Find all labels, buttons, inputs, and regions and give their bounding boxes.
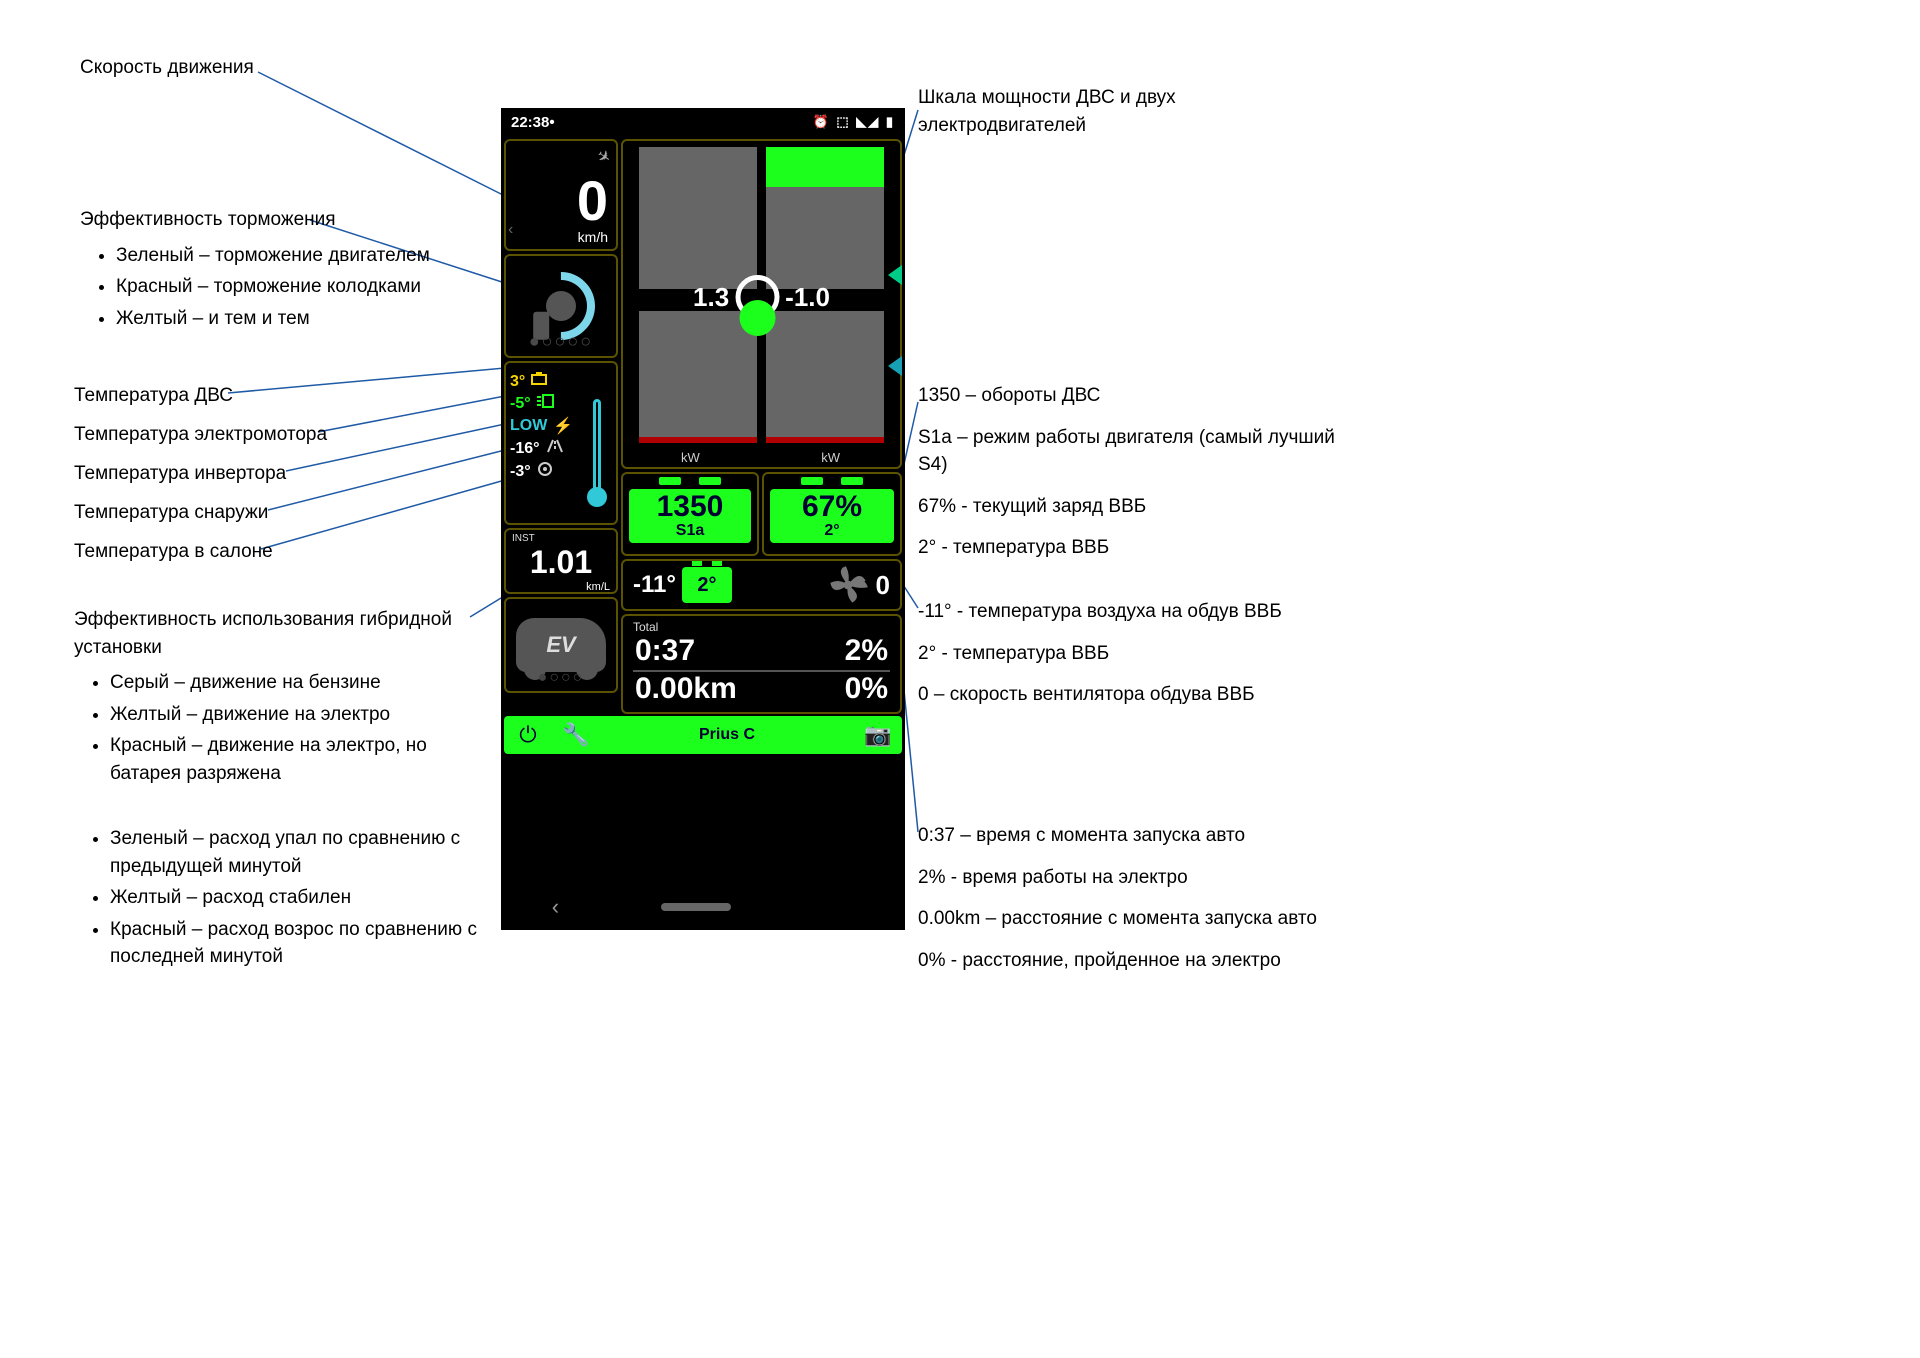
fan-air-temp: -11°	[633, 571, 676, 599]
callout-temp-cabin: Температура в салоне	[74, 538, 273, 566]
total-dist: 0.00km	[635, 672, 737, 706]
panel-soc[interactable]: 67% 2°	[762, 472, 902, 556]
speed-unit: km/h	[578, 229, 608, 245]
power-gauge-icon	[735, 275, 779, 319]
engine-icon	[531, 372, 549, 391]
total-dist-pct: 0%	[845, 672, 888, 706]
power-button[interactable]: ⏻	[504, 722, 552, 748]
status-icons: ⏰ ⬚ ◣◢ ▮	[813, 114, 895, 130]
panel-power[interactable]: 1.3 -1.0 kW kW	[621, 139, 902, 469]
rpm-mode: S1a	[629, 522, 751, 540]
panel-ev[interactable]: EV ●○○○	[504, 597, 618, 693]
inst-value: 1.01	[512, 544, 610, 581]
status-bar: 22:38 • ⏰ ⬚ ◣◢ ▮	[501, 108, 905, 136]
home-pill[interactable]	[661, 903, 731, 911]
panel-total[interactable]: Total 0:37 2% 0.00km 0%	[621, 614, 902, 714]
motor-icon	[537, 394, 555, 413]
page-dots-icon: ●○○○○	[506, 331, 616, 352]
callout-temp-inverter: Температура инвертора	[74, 460, 286, 488]
ev-label: EV	[546, 632, 575, 658]
panel-instant[interactable]: INST 1.01 km/L	[504, 528, 618, 594]
panel-rpm[interactable]: 1350 S1a	[621, 472, 759, 556]
steering-icon	[537, 461, 553, 482]
callout-brake-title: Эффективность торможения	[80, 206, 480, 234]
inst-label: INST	[512, 533, 610, 544]
callout-brake: Эффективность торможения Зеленый – тормо…	[80, 206, 480, 336]
callout-hybrid-list1: Серый – движение на бензине Желтый – дви…	[110, 669, 494, 787]
fan-batt-temp: 2°	[682, 567, 732, 603]
callout-temp-motor: Температура электромотора	[74, 421, 327, 449]
callout-fan: -11° - температура воздуха на обдув ВВБ …	[918, 598, 1358, 709]
app-body: ✈ ‹ 0 km/h ●○○○○ 3° -5°	[501, 136, 905, 884]
callout-hybrid-title: Эффективность использования гибридной ус…	[74, 606, 494, 661]
panel-fan[interactable]: -11° 2° 0	[621, 559, 902, 611]
rpm-value: 1350	[629, 492, 751, 522]
callout-speed: Скорость движения	[80, 54, 254, 82]
speed-value: 0	[577, 173, 608, 229]
callout-hybrid: Эффективность использования гибридной ус…	[74, 606, 494, 975]
callout-temp-outside: Температура снаружи	[74, 499, 268, 527]
callout-total: 0:37 – время с момента запуска авто 2% -…	[918, 822, 1378, 974]
callout-temp-engine: Температура ДВС	[74, 382, 233, 410]
panel-temperatures[interactable]: 3° -5° LOW ⚡ -16°	[504, 361, 618, 525]
callout-power: Шкала мощности ДВС и двух электродвигате…	[918, 84, 1278, 139]
car-name[interactable]: Prius C	[600, 726, 854, 744]
road-icon	[546, 439, 564, 458]
inst-unit: km/L	[512, 581, 610, 593]
back-button[interactable]: ‹	[552, 894, 559, 920]
marker-green-icon	[888, 265, 902, 285]
settings-button[interactable]: 🔧	[552, 722, 600, 748]
android-navbar: ‹	[501, 884, 905, 930]
power-left-value: 1.3	[693, 282, 729, 313]
status-time: 22:38	[511, 114, 549, 131]
bolt-icon: ⚡	[553, 416, 573, 436]
soc-percent: 67%	[770, 492, 894, 522]
camera-button[interactable]: 📷	[854, 722, 902, 748]
total-time-pct: 2%	[845, 634, 888, 668]
power-unit-left: kW	[681, 450, 700, 465]
marker-teal-icon	[888, 356, 902, 376]
page-dots-icon: ●○○○	[506, 669, 616, 687]
soc-temp: 2°	[770, 522, 894, 540]
total-time: 0:37	[635, 634, 695, 668]
power-center: 1.3 -1.0	[693, 275, 830, 319]
power-unit-right: kW	[821, 450, 840, 465]
phone-screenshot: 22:38 • ⏰ ⬚ ◣◢ ▮ ✈ ‹ 0 km/h ●○○○○ 3°	[501, 108, 905, 930]
car-icon: EV	[516, 618, 606, 672]
thermometer-icon	[584, 387, 610, 507]
power-right-value: -1.0	[785, 282, 830, 313]
chevron-left-icon: ‹	[508, 221, 513, 239]
total-label: Total	[633, 620, 890, 634]
panel-brake[interactable]: ●○○○○	[504, 254, 618, 358]
fan-speed: 0	[876, 570, 890, 601]
callout-hybrid-list2: Зеленый – расход упал по сравнению с пре…	[110, 825, 494, 971]
gps-icon: ✈	[592, 145, 614, 169]
bottom-toolbar: ⏻ 🔧 Prius C 📷	[504, 716, 902, 754]
callout-rpm-soc: 1350 – обороты ДВС S1a – режим работы дв…	[918, 382, 1358, 562]
panel-speed[interactable]: ✈ ‹ 0 km/h	[504, 139, 618, 251]
fan-icon	[826, 563, 870, 607]
callout-brake-list: Зеленый – торможение двигателем Красный …	[116, 242, 480, 333]
